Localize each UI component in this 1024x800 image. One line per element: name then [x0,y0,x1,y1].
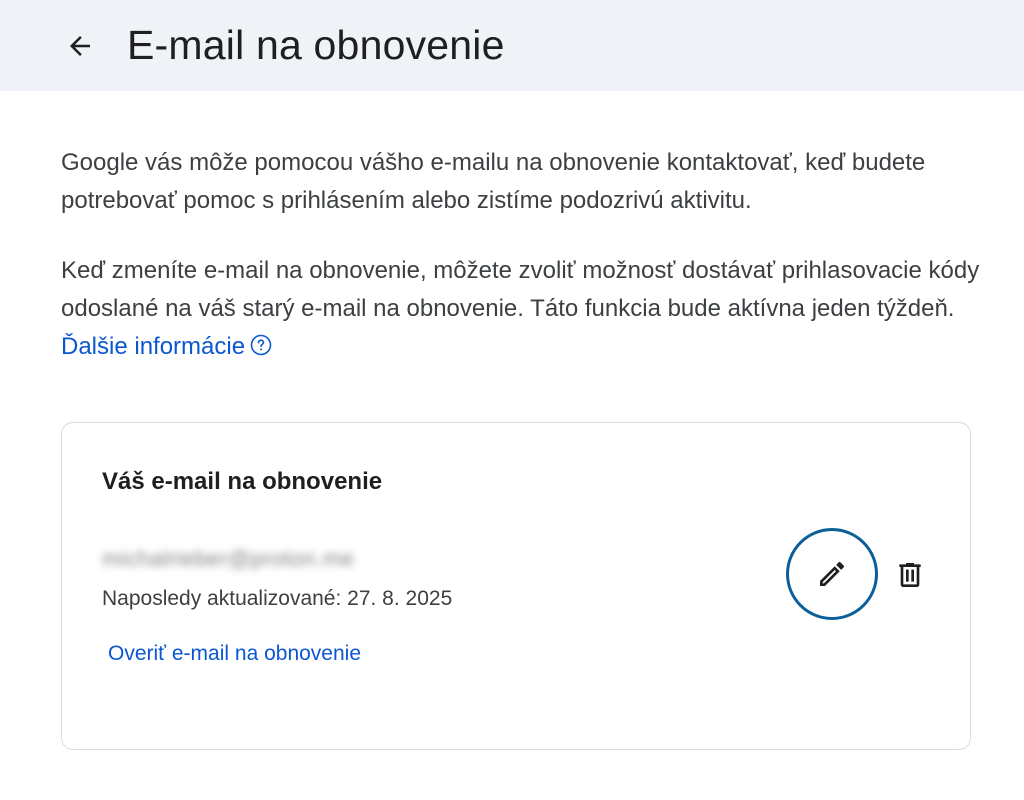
recovery-email-value: michalrieber@proton.me [102,546,355,571]
help-circle-icon [250,334,272,356]
arrow-back-icon [70,36,90,56]
card-title: Váš e-mail na obnovenie [102,468,383,495]
delete-button[interactable] [888,553,932,597]
intro-paragraph: Google vás môže pomocou vášho e-mailu na… [61,149,926,214]
back-button[interactable] [58,24,102,68]
verify-email-link[interactable]: Overiť e-mail na obnovenie [108,640,361,668]
last-updated-text: Naposledy aktualizované: 27. 8. 2025 [102,587,453,610]
pencil-icon [820,561,845,586]
trash-icon [899,563,921,587]
edit-button[interactable] [786,528,878,620]
intro-paragraph-2: Keď zmeníte e-mail na obnovenie, môžete … [61,252,981,366]
page-title: E-mail na obnovenie [127,22,505,68]
recovery-email-card: Váš e-mail na obnovenie michalrieber@pro… [61,422,971,750]
page-header: E-mail na obnovenie [0,0,1024,91]
learn-more-link[interactable]: Ďalšie informácie [61,333,273,360]
learn-more-label: Ďalšie informácie [61,333,246,360]
intro-paragraph-2-text: Keď zmeníte e-mail na obnovenie, môžete … [61,257,980,322]
